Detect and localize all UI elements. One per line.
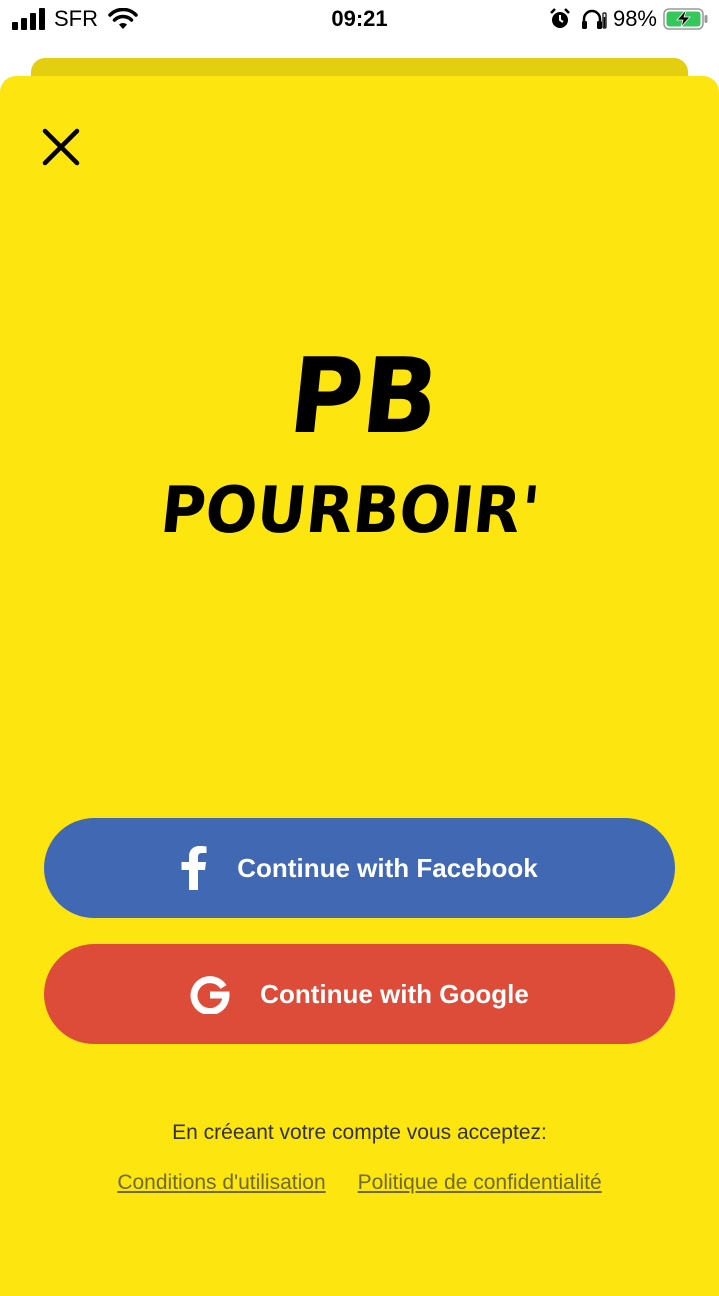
alarm-icon <box>550 8 570 28</box>
legal-links: Conditions d'utilisation Politique de co… <box>0 1171 719 1195</box>
logo-monogram: PB <box>284 340 445 457</box>
login-sheet <box>0 76 719 1296</box>
facebook-button-label: Continue with Facebook <box>237 852 538 883</box>
logo-wordmark: POURBOIR' <box>160 473 543 548</box>
google-icon <box>190 974 230 1014</box>
continue-with-google-button[interactable]: Continue with Google <box>44 944 675 1044</box>
headphones-icon <box>581 9 607 29</box>
close-button[interactable] <box>38 124 84 170</box>
facebook-icon <box>181 846 207 890</box>
status-bar: SFR 09:21 98% <box>0 0 719 40</box>
google-button-label: Continue with Google <box>260 978 529 1009</box>
terms-link[interactable]: Conditions d'utilisation <box>117 1171 325 1195</box>
continue-with-facebook-button[interactable]: Continue with Facebook <box>44 818 675 918</box>
status-right: 98% <box>549 6 709 32</box>
battery-percent: 98% <box>612 6 657 31</box>
privacy-policy-link[interactable]: Politique de confidentialité <box>358 1171 602 1195</box>
battery-icon <box>663 8 708 30</box>
close-icon <box>42 128 80 166</box>
consent-text: En créeant votre compte vous acceptez: <box>172 1121 547 1144</box>
pourboir-logo: PB POURBOIR' <box>160 340 543 548</box>
